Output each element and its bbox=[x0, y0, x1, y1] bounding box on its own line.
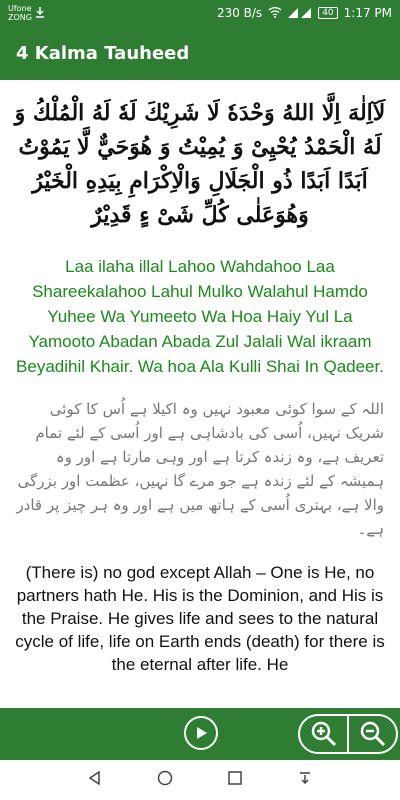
zoom-in-icon bbox=[311, 721, 336, 747]
status-bar: Ufone ZONG 230 B/s 40 1:17 PM bbox=[0, 0, 400, 26]
wifi-icon bbox=[268, 6, 282, 21]
app-bar: 4 Kalma Tauheed bbox=[0, 26, 400, 80]
page-title: 4 Kalma Tauheed bbox=[16, 42, 190, 64]
zoom-in-button[interactable] bbox=[300, 716, 347, 752]
carrier-bottom: ZONG bbox=[8, 13, 32, 22]
zoom-controls bbox=[298, 714, 398, 754]
battery-icon: 40 bbox=[318, 7, 338, 19]
play-button[interactable] bbox=[184, 716, 218, 750]
system-nav-bar bbox=[0, 760, 400, 800]
transliteration-text: Laa ilaha illal Lahoo Wahdahoo Laa Share… bbox=[16, 257, 384, 376]
recents-icon[interactable] bbox=[227, 770, 243, 790]
bottom-toolbar bbox=[0, 708, 400, 760]
clock: 1:17 PM bbox=[343, 6, 392, 20]
play-circle-icon bbox=[197, 727, 207, 739]
signal-icon bbox=[288, 6, 312, 21]
download-icon bbox=[35, 6, 45, 21]
arabic-text: لَآاِلٰهَ اِلَّا اللهُ وَحْدَهٗ لَا شَرِ… bbox=[14, 100, 386, 228]
zoom-out-button[interactable] bbox=[349, 716, 396, 752]
status-right: 230 B/s 40 1:17 PM bbox=[217, 6, 392, 21]
content-scroll[interactable]: لَآاِلٰهَ اِلَّا اللهُ وَحْدَهٗ لَا شَرِ… bbox=[0, 80, 400, 708]
battery-level: 40 bbox=[322, 8, 334, 18]
urdu-translation: اللہ کے سوا کوئی معبود نہیں وہ اکیلا ہے … bbox=[16, 400, 384, 538]
carrier-names: Ufone ZONG bbox=[8, 4, 32, 22]
zoom-out-icon bbox=[360, 721, 385, 747]
home-icon[interactable] bbox=[157, 770, 173, 790]
notification-pull-icon[interactable] bbox=[297, 770, 313, 790]
back-icon[interactable] bbox=[87, 770, 103, 790]
status-left: Ufone ZONG bbox=[8, 4, 45, 22]
carrier-top: Ufone bbox=[8, 4, 32, 13]
net-speed: 230 B/s bbox=[216, 6, 263, 20]
english-translation: (There is) no god except Allah – One is … bbox=[15, 563, 385, 674]
